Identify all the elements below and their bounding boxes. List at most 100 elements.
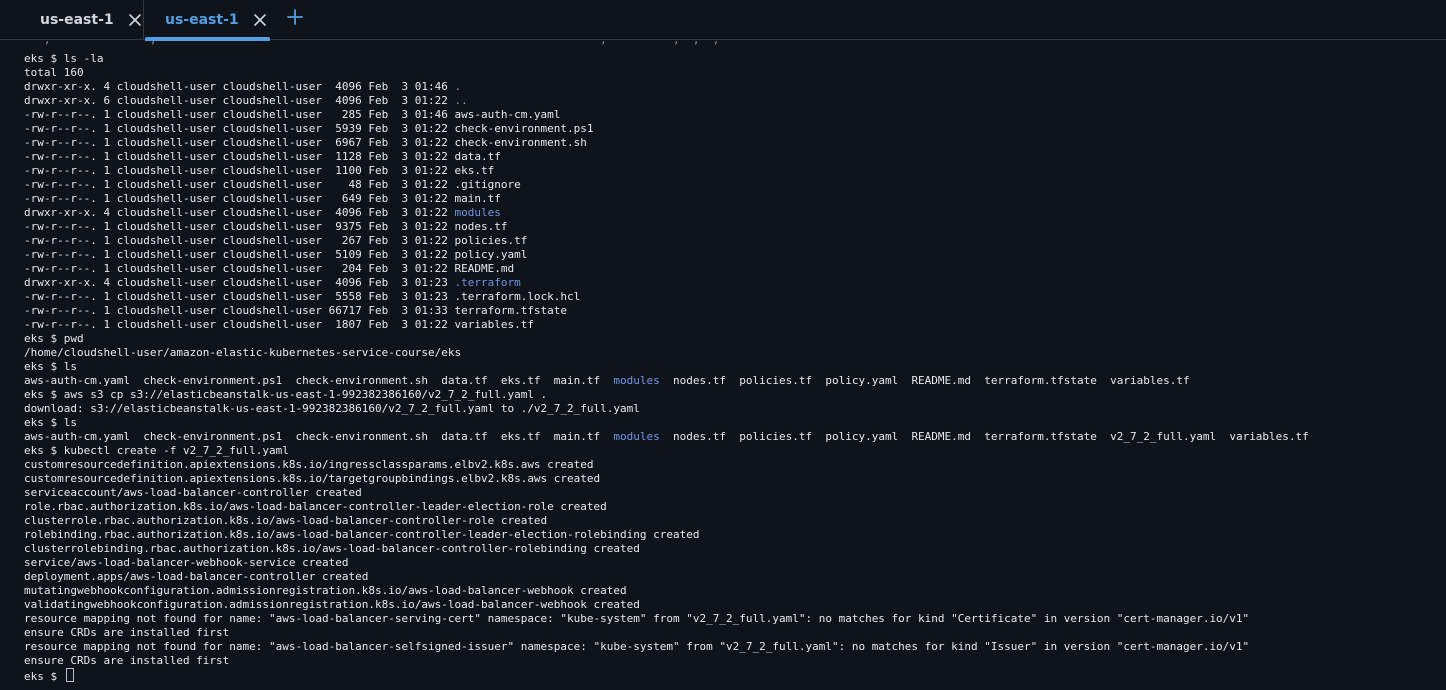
terminal-line: -rw-r--r--. 1 cloudshell-user cloudshell… bbox=[24, 234, 527, 248]
terminal-line: eks $ aws s3 cp s3://elasticbeanstalk-us… bbox=[24, 388, 547, 402]
terminal-line: -rw-r--r--. 1 cloudshell-user cloudshell… bbox=[24, 262, 514, 276]
terminal-text: drwxr-xr-x. 6 cloudshell-user cloudshell… bbox=[24, 94, 455, 107]
terminal-text: validatingwebhookconfiguration.admission… bbox=[24, 598, 640, 611]
directory-name: .terraform bbox=[454, 276, 521, 289]
terminal-text: eks $ ls bbox=[24, 416, 77, 429]
terminal-line: eks $ kubectl create -f v2_7_2_full.yaml bbox=[24, 444, 289, 458]
terminal-text: -rw-r--r--. 1 cloudshell-user cloudshell… bbox=[24, 220, 508, 233]
terminal-text: -rw-r--r--. 1 cloudshell-user cloudshell… bbox=[24, 290, 581, 303]
terminal-line: resource mapping not found for name: "aw… bbox=[24, 640, 1249, 654]
terminal-text: aws-auth-cm.yaml check-environment.ps1 c… bbox=[24, 374, 614, 387]
terminal-line: -rw-r--r--. 1 cloudshell-user cloudshell… bbox=[24, 122, 594, 136]
terminal-text: drwxr-xr-x. 4 cloudshell-user cloudshell… bbox=[24, 206, 455, 219]
terminal-line: drwxr-xr-x. 4 cloudshell-user cloudshell… bbox=[24, 80, 461, 94]
terminal-line: drwxr-xr-x. 6 cloudshell-user cloudshell… bbox=[24, 94, 468, 108]
terminal-text: /home/cloudshell-user/amazon-elastic-kub… bbox=[24, 346, 462, 359]
terminal-line: clusterrolebinding.rbac.authorization.k8… bbox=[24, 542, 640, 556]
terminal-line: -rw-r--r--. 1 cloudshell-user cloudshell… bbox=[24, 164, 494, 178]
directory-name: modules bbox=[613, 374, 660, 387]
terminal-line: ensure CRDs are installed first bbox=[24, 654, 229, 668]
terminal-line: eks $ pwd bbox=[24, 332, 84, 346]
terminal-line: -rw-r--r--. 1 cloudshell-user cloudshell… bbox=[24, 318, 534, 332]
terminal-text: role.rbac.authorization.k8s.io/aws-load-… bbox=[24, 500, 607, 513]
plus-icon[interactable] bbox=[284, 6, 306, 28]
tab-us-east-1-active[interactable]: us-east-1 bbox=[145, 0, 270, 41]
terminal-text: -rw-r--r--. 1 cloudshell-user cloudshell… bbox=[24, 192, 501, 205]
terminal-line: customresourcedefinition.apiextensions.k… bbox=[24, 472, 600, 486]
directory-name: modules bbox=[454, 206, 501, 219]
terminal-line: -rw-r--r--. 1 cloudshell-user cloudshell… bbox=[24, 248, 527, 262]
scrolled-line-fragment: , , , , , , bbox=[24, 40, 720, 47]
terminal-line: rolebinding.rbac.authorization.k8s.io/aw… bbox=[24, 528, 700, 542]
terminal-text: service/aws-load-balancer-webhook-servic… bbox=[24, 556, 349, 569]
terminal-line: serviceaccount/aws-load-balancer-control… bbox=[24, 486, 362, 500]
terminal-text: customresourcedefinition.apiextensions.k… bbox=[24, 472, 601, 485]
terminal-line: /home/cloudshell-user/amazon-elastic-kub… bbox=[24, 346, 461, 360]
terminal-text: mutatingwebhookconfiguration.admissionre… bbox=[24, 584, 627, 597]
terminal-line: role.rbac.authorization.k8s.io/aws-load-… bbox=[24, 500, 607, 514]
tab-us-east-1-first[interactable]: us-east-1 bbox=[0, 0, 144, 40]
terminal-line: drwxr-xr-x. 4 cloudshell-user cloudshell… bbox=[24, 276, 521, 290]
terminal-line: clusterrole.rbac.authorization.k8s.io/aw… bbox=[24, 514, 547, 528]
terminal-text: eks $ ls bbox=[24, 360, 77, 373]
close-icon[interactable] bbox=[253, 13, 267, 27]
terminal-line: eks $ ls -la bbox=[24, 52, 103, 66]
terminal-line: aws-auth-cm.yaml check-environment.ps1 c… bbox=[24, 430, 1309, 444]
terminal-text: ensure CRDs are installed first bbox=[24, 626, 230, 639]
terminal-line: resource mapping not found for name: "aw… bbox=[24, 612, 1249, 626]
terminal-line: eks $ ls bbox=[24, 360, 77, 374]
terminal-text: clusterrolebinding.rbac.authorization.k8… bbox=[24, 542, 640, 555]
tab-label: us-east-1 bbox=[165, 12, 239, 28]
terminal-text: -rw-r--r--. 1 cloudshell-user cloudshell… bbox=[24, 234, 528, 247]
terminal-text: -rw-r--r--. 1 cloudshell-user cloudshell… bbox=[24, 262, 515, 275]
terminal-line: customresourcedefinition.apiextensions.k… bbox=[24, 458, 594, 472]
terminal-text: -rw-r--r--. 1 cloudshell-user cloudshell… bbox=[24, 150, 501, 163]
terminal-text: drwxr-xr-x. 4 cloudshell-user cloudshell… bbox=[24, 80, 455, 93]
terminal-line: total 160 bbox=[24, 66, 84, 80]
terminal-text: deployment.apps/aws-load-balancer-contro… bbox=[24, 570, 369, 583]
terminal-line: -rw-r--r--. 1 cloudshell-user cloudshell… bbox=[24, 136, 587, 150]
terminal-text: download: s3://elasticbeanstalk-us-east-… bbox=[24, 402, 640, 415]
terminal-text: -rw-r--r--. 1 cloudshell-user cloudshell… bbox=[24, 122, 594, 135]
directory-name: . bbox=[454, 80, 462, 93]
terminal-text: clusterrole.rbac.authorization.k8s.io/aw… bbox=[24, 514, 548, 527]
terminal-line: validatingwebhookconfiguration.admission… bbox=[24, 598, 640, 612]
terminal-text: aws-auth-cm.yaml check-environment.ps1 c… bbox=[24, 430, 614, 443]
terminal-line: -rw-r--r--. 1 cloudshell-user cloudshell… bbox=[24, 290, 580, 304]
terminal-text: eks $ pwd bbox=[24, 332, 84, 345]
terminal-line: drwxr-xr-x. 4 cloudshell-user cloudshell… bbox=[24, 206, 501, 220]
terminal-text: nodes.tf policies.tf policy.yaml README.… bbox=[659, 430, 1309, 443]
terminal-text: drwxr-xr-x. 4 cloudshell-user cloudshell… bbox=[24, 276, 455, 289]
terminal-line: service/aws-load-balancer-webhook-servic… bbox=[24, 556, 349, 570]
terminal-text: nodes.tf policies.tf policy.yaml README.… bbox=[659, 374, 1190, 387]
terminal-line: eks $ ls bbox=[24, 416, 77, 430]
tab-label: us-east-1 bbox=[40, 12, 114, 28]
terminal-output[interactable]: , , , , , , eks $ ls -latotal 160drwxr-x… bbox=[0, 40, 1446, 690]
terminal-text: -rw-r--r--. 1 cloudshell-user cloudshell… bbox=[24, 318, 534, 331]
terminal-text: -rw-r--r--. 1 cloudshell-user cloudshell… bbox=[24, 108, 561, 121]
terminal-line: deployment.apps/aws-load-balancer-contro… bbox=[24, 570, 368, 584]
terminal-line: -rw-r--r--. 1 cloudshell-user cloudshell… bbox=[24, 304, 567, 318]
terminal-text: -rw-r--r--. 1 cloudshell-user cloudshell… bbox=[24, 136, 587, 149]
terminal-text: eks $ kubectl create -f v2_7_2_full.yaml bbox=[24, 444, 289, 457]
terminal-text: total 160 bbox=[24, 66, 84, 79]
terminal-text: resource mapping not found for name: "aw… bbox=[24, 640, 1250, 653]
prompt-text: eks $ bbox=[24, 670, 64, 683]
terminal-text: eks $ aws s3 cp s3://elasticbeanstalk-us… bbox=[24, 388, 548, 401]
terminal-line: -rw-r--r--. 1 cloudshell-user cloudshell… bbox=[24, 178, 521, 192]
terminal-text: resource mapping not found for name: "aw… bbox=[24, 612, 1250, 625]
terminal-text: -rw-r--r--. 1 cloudshell-user cloudshell… bbox=[24, 304, 568, 317]
terminal-line: download: s3://elasticbeanstalk-us-east-… bbox=[24, 402, 640, 416]
terminal-line: -rw-r--r--. 1 cloudshell-user cloudshell… bbox=[24, 220, 507, 234]
prompt-line[interactable]: eks $ bbox=[24, 668, 74, 683]
terminal-cursor[interactable] bbox=[65, 668, 74, 682]
terminal-line: -rw-r--r--. 1 cloudshell-user cloudshell… bbox=[24, 192, 501, 206]
tab-bar: us-east-1 us-east-1 bbox=[0, 0, 1446, 41]
close-icon[interactable] bbox=[128, 13, 142, 27]
terminal-line: -rw-r--r--. 1 cloudshell-user cloudshell… bbox=[24, 108, 560, 122]
terminal-text: serviceaccount/aws-load-balancer-control… bbox=[24, 486, 362, 499]
terminal-text: customresourcedefinition.apiextensions.k… bbox=[24, 458, 594, 471]
terminal-text: -rw-r--r--. 1 cloudshell-user cloudshell… bbox=[24, 164, 495, 177]
directory-name: .. bbox=[454, 94, 468, 107]
terminal-text: eks $ ls -la bbox=[24, 52, 104, 65]
